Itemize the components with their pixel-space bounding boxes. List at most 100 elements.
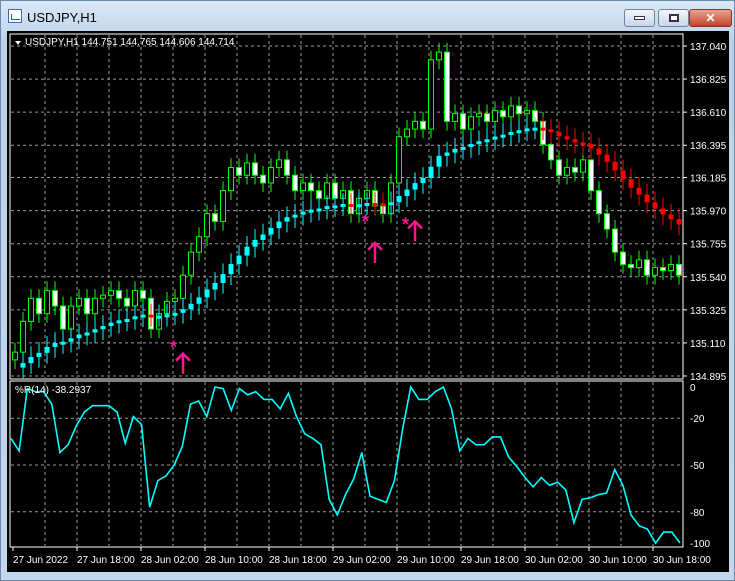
candle-body <box>44 290 50 315</box>
ma-bar <box>340 203 346 207</box>
ma-bar <box>268 228 274 235</box>
ma-bar <box>284 217 290 222</box>
collapse-triangle-icon[interactable] <box>15 41 21 45</box>
ma-bar <box>628 179 634 188</box>
ma-bar <box>564 136 570 140</box>
price-label: 135.970 <box>690 207 727 218</box>
maximize-button[interactable] <box>658 9 689 27</box>
indicator-pane-border <box>9 380 684 548</box>
time-label: 29 Jun 10:00 <box>397 555 455 566</box>
signal-star-icon: * <box>402 214 409 234</box>
candle-body <box>124 297 130 307</box>
ma-bar <box>164 314 170 318</box>
signal-arrow-up-icon <box>407 219 423 242</box>
ma-bar <box>636 187 642 195</box>
ma-bar <box>492 136 498 140</box>
ma-bar <box>108 322 114 327</box>
signal-star-icon: * <box>362 211 369 231</box>
indicator-level-label: -100 <box>690 539 710 550</box>
candle-body <box>636 259 642 269</box>
ma-bar <box>244 246 250 256</box>
ma-bar <box>580 142 586 146</box>
indicator-level-label: -80 <box>690 508 705 519</box>
ma-bar <box>396 195 402 203</box>
candle-body <box>452 113 458 122</box>
minimize-button[interactable] <box>624 9 655 27</box>
time-label: 28 Jun 10:00 <box>205 555 263 566</box>
ma-bar <box>596 148 602 155</box>
ma-bar <box>76 334 82 339</box>
williams-r-line <box>10 384 681 545</box>
ma-bar <box>148 314 154 318</box>
candle-body <box>564 167 570 176</box>
price-label: 135.325 <box>690 306 727 317</box>
indicator-label: %R(14) -38.2937 <box>15 385 92 396</box>
candle-body <box>620 251 626 265</box>
time-label: 28 Jun 18:00 <box>269 555 327 566</box>
candle-body <box>500 110 506 118</box>
ma-bar <box>100 326 106 330</box>
ma-bar <box>660 208 666 215</box>
candle-body <box>508 105 514 118</box>
signal-star-icon: * <box>170 338 177 358</box>
candle-body <box>52 290 58 307</box>
candle-body <box>12 351 18 361</box>
ma-bar <box>332 205 338 209</box>
time-label: 30 Jun 10:00 <box>589 555 647 566</box>
ma-bar <box>540 127 546 131</box>
ma-bar <box>44 346 50 353</box>
ma-bar <box>188 303 194 310</box>
ma-bar <box>364 202 370 206</box>
ma-bar <box>236 255 242 265</box>
candle-body <box>556 159 562 176</box>
ma-bar <box>612 161 618 171</box>
candle-body <box>644 259 650 276</box>
ma-bar <box>292 214 298 218</box>
candle-body <box>220 190 226 222</box>
close-button[interactable]: ✕ <box>689 9 732 27</box>
candle-body <box>396 136 402 184</box>
ma-bar <box>372 202 378 206</box>
window-title: USDJPY,H1 <box>27 10 97 25</box>
candle-body <box>36 297 42 315</box>
time-label: 29 Jun 18:00 <box>461 555 519 566</box>
ma-bar <box>532 127 538 131</box>
ma-bar <box>324 206 330 210</box>
candle-body <box>228 167 234 192</box>
candle-body <box>268 167 274 184</box>
ma-bar <box>516 130 522 134</box>
ma-bar <box>668 214 674 220</box>
ma-bar <box>308 209 314 213</box>
candle-body <box>484 113 490 122</box>
candle-body <box>404 128 410 138</box>
candle-body <box>60 305 66 330</box>
indicator-level-label: 0 <box>690 383 696 394</box>
candle-body <box>548 143 554 161</box>
ma-bar <box>180 309 186 313</box>
candle-body <box>204 213 210 238</box>
ma-bar <box>452 148 458 153</box>
candle-body <box>108 290 114 296</box>
ma-bar <box>356 204 362 208</box>
time-label: 30 Jun 02:00 <box>525 555 583 566</box>
ma-bar <box>548 129 554 133</box>
price-label: 136.185 <box>690 174 727 185</box>
ma-bar <box>444 152 450 156</box>
ma-bar <box>156 315 162 319</box>
candle-body <box>668 263 674 272</box>
ma-bar <box>620 170 626 180</box>
candle-body <box>196 236 202 253</box>
price-label: 134.895 <box>690 372 727 383</box>
ma-bar <box>380 203 386 207</box>
price-label: 135.755 <box>690 240 727 251</box>
ma-bar <box>484 139 490 143</box>
ma-bar <box>556 132 562 137</box>
candle-body <box>244 162 250 176</box>
candle-body <box>612 228 618 253</box>
chart-area[interactable]: * * * 137.040 136.825 136.610 136.395 136.185 1… <box>7 31 729 572</box>
ma-bar <box>316 208 322 212</box>
ma-bar <box>652 202 658 209</box>
candle-body <box>604 213 610 230</box>
ma-bar <box>524 128 530 132</box>
candle-body <box>292 174 298 192</box>
